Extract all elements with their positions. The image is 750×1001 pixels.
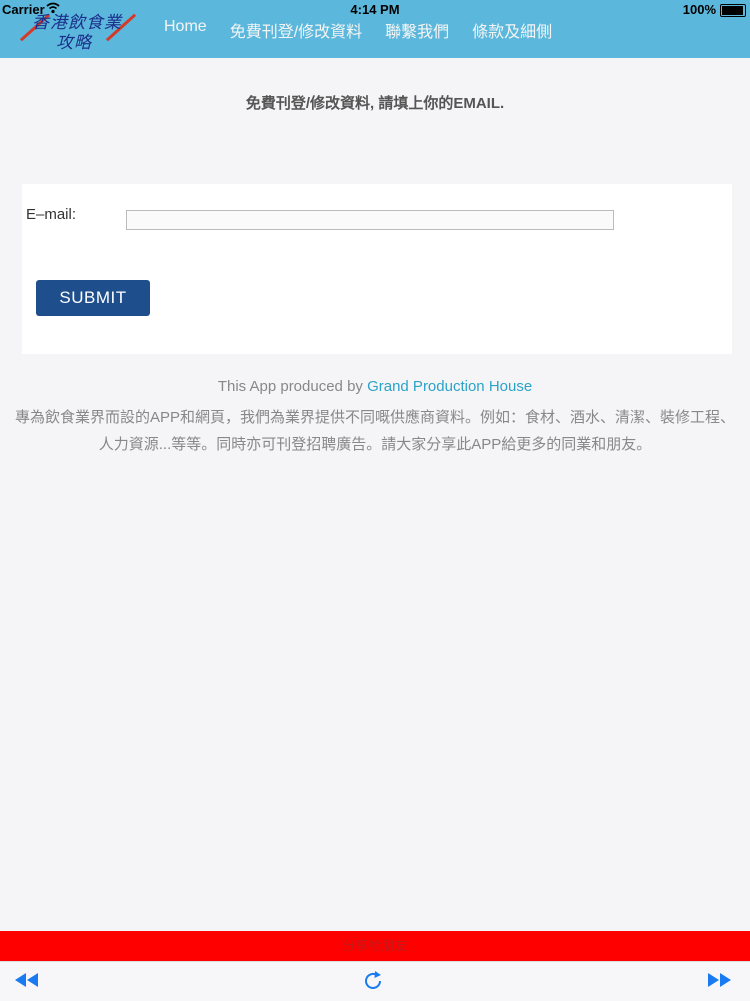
bottom-toolbar: [0, 961, 750, 1001]
page-heading: 免費刊登/修改資料, 請填上你的EMAIL.: [245, 95, 505, 112]
nav-home[interactable]: Home: [164, 18, 207, 42]
app-description: 專為飲食業界而設的APP和網頁，我們為業界提供不同嘅供應商資料。例如：食材、酒水…: [14, 409, 736, 453]
reload-icon[interactable]: [362, 970, 384, 998]
email-label: E–mail:: [26, 206, 77, 223]
fast-forward-icon[interactable]: [706, 971, 732, 994]
nav-contact[interactable]: 聯繫我們: [385, 18, 449, 42]
credit-link[interactable]: Grand Production House: [367, 378, 532, 395]
nav-terms[interactable]: 條款及細側: [472, 18, 552, 42]
email-field[interactable]: [126, 210, 614, 230]
submit-button[interactable]: SUBMIT: [36, 280, 150, 316]
credit-line: This App produced by Grand Production Ho…: [0, 378, 750, 395]
top-nav: Home 免費刊登/修改資料 聯繫我們 條款及細側: [164, 18, 552, 42]
credit-prefix: This App produced by: [217, 378, 368, 395]
top-header: Carrier 4:14 PM 100% 香港飲食業 攻略 Home 免費刊登/…: [0, 0, 750, 58]
email-form: E–mail: SUBMIT: [22, 184, 732, 354]
nav-free-listing[interactable]: 免費刊登/修改資料: [230, 18, 362, 42]
share-bar[interactable]: 分享給朋友: [0, 931, 750, 961]
app-logo[interactable]: 香港飲食業 攻略: [18, 8, 137, 53]
battery-percent: 100%: [682, 2, 716, 17]
battery-icon: [720, 4, 746, 17]
logo-line2: 攻略: [56, 33, 92, 53]
rewind-icon[interactable]: [14, 971, 40, 994]
